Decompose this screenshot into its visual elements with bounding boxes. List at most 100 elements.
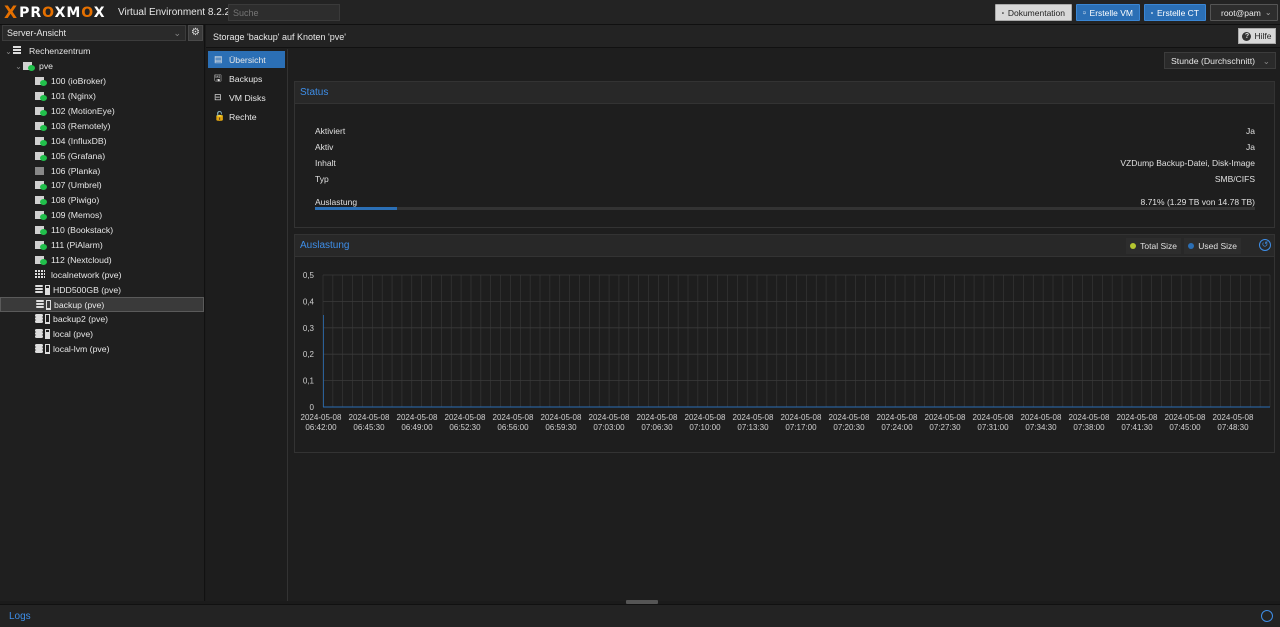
container-running-icon [35,91,47,102]
tree-guest[interactable]: 103 (Remotely) [0,118,204,133]
version-label: Virtual Environment 8.2.2 [118,7,231,18]
tree-guest[interactable]: 104 (InfluxDB) [0,133,204,148]
x-tick-time: 06:42:00 [305,423,337,432]
tree-guest[interactable]: 101 (Nginx) [0,89,204,104]
subnav-item[interactable]: 🔓 Rechte [208,108,285,125]
tree-guest[interactable]: 106 (Planka) [0,163,204,178]
usage-progress-fill [315,207,397,210]
user-menu-button[interactable]: root@pam ⌄ [1210,4,1278,21]
x-tick-date: 2024-05-08 [349,413,390,422]
tree-storage-label: local-lvm (pve) [53,344,110,355]
status-label: Typ [315,174,329,184]
legend-dot [1130,243,1137,249]
subnav-item[interactable]: 🖫 Backups [208,70,285,87]
documentation-button[interactable]: Dokumentation [995,4,1072,21]
tree-storage[interactable]: local-lvm (pve) [0,342,204,357]
sub-navigation: ▤ Übersicht 🖫 Backups ⊟ VM Disks 🔓 Rechte [206,49,288,601]
container-running-icon [35,121,47,131]
x-tick-time: 07:27:30 [929,423,961,432]
view-select[interactable]: Server-Ansicht ⌄ [2,25,186,41]
search-input[interactable] [228,4,340,21]
page-title: Storage 'backup' auf Knoten 'pve' [213,32,346,42]
tree-guest[interactable]: 111 (PiAlarm) [0,238,204,253]
status-panel-header: Status [295,82,1274,104]
x-tick-time: 07:10:00 [689,423,721,432]
y-tick-label: 0,2 [303,350,315,359]
y-tick-label: 0,5 [303,271,315,280]
x-tick-time: 07:24:00 [881,423,913,432]
x-tick-time: 07:20:30 [833,423,865,432]
tree-guest[interactable]: 102 (MotionEye) [0,104,204,119]
tree-node-pve-label: pve [39,61,54,72]
x-tick-date: 2024-05-08 [685,413,726,422]
status-value: Ja [1246,126,1255,136]
create-ct-button[interactable]: Erstelle CT [1144,4,1206,21]
tree-network-label: localnetwork (pve) [51,269,122,280]
tree-storage[interactable]: HDD500GB (pve) [0,282,204,297]
usage-value: 8.71% (1.29 TB von 14.78 TB) [1140,197,1255,207]
container-running-icon [35,225,47,236]
subnav-label: Übersicht [229,54,266,65]
x-tick-time: 07:38:00 [1073,423,1105,432]
undo-zoom-icon[interactable]: ↺ [1259,239,1271,251]
proxmox-logo[interactable]: X PROXMOX [4,3,106,23]
y-tick-label: 0,3 [303,324,315,333]
tree-node-pve[interactable]: ⌄ pve [0,59,204,74]
tree-guest-label: 100 (ioBroker) [51,76,107,87]
x-tick-time: 07:41:30 [1121,423,1153,432]
container-running-icon [35,255,47,265]
container-running-icon [35,136,47,146]
gear-icon[interactable]: ⚙ [188,25,203,41]
status-value: Ja [1246,142,1255,152]
tree-guest[interactable]: 112 (Nextcloud) [0,252,204,267]
x-tick-date: 2024-05-08 [925,413,966,422]
status-label: Aktiv [315,142,334,152]
tree-guest[interactable]: 107 (Umbrel) [0,178,204,193]
x-tick-date: 2024-05-08 [1069,413,1110,422]
logs-panel: Logs [0,604,1280,627]
x-tick-date: 2024-05-08 [397,413,438,422]
chevron-down-icon: ⌄ [1262,56,1270,66]
x-tick-date: 2024-05-08 [445,413,486,422]
cube-icon [1151,11,1153,14]
container-stopped-icon [35,166,47,176]
x-tick-time: 07:34:30 [1025,423,1057,432]
question-icon: ? [1242,31,1252,41]
tree-datacenter[interactable]: ⌄ Rechenzentrum [0,44,204,59]
monitor-icon [1083,11,1086,14]
create-ct-label: Erstelle CT [1156,7,1199,18]
legend-used-size[interactable]: Used Size [1184,238,1241,254]
tree-guest[interactable]: 108 (Piwigo) [0,193,204,208]
tree-storage[interactable]: local (pve) [0,327,204,342]
chevron-down-icon[interactable]: ⌄ [4,47,13,56]
tree-network[interactable]: localnetwork (pve) [0,267,204,282]
tree-guest[interactable]: 109 (Memos) [0,208,204,223]
tree-guest[interactable]: 100 (ioBroker) [0,74,204,89]
hdd-icon: ⊟ [214,92,222,102]
create-vm-button[interactable]: Erstelle VM [1076,4,1140,21]
help-button[interactable]: ? Hilfe [1238,28,1276,44]
tree-storage[interactable]: backup (pve) [0,297,204,313]
tree-guest-label: 111 (PiAlarm) [51,240,103,251]
x-tick-time: 06:45:30 [353,423,385,432]
legend-total-size[interactable]: Total Size [1126,238,1181,254]
tree-guest[interactable]: 110 (Bookstack) [0,223,204,238]
chevron-down-icon[interactable]: ⌄ [14,62,23,71]
tree-guest[interactable]: 105 (Grafana) [0,148,204,163]
usage-chart-title: Auslastung [300,240,350,251]
subnav-item[interactable]: ⊟ VM Disks [208,89,285,106]
main-area: Storage 'backup' auf Knoten 'pve' ? Hilf… [206,25,1280,601]
container-running-icon [35,210,47,221]
chevron-down-icon: ⌄ [173,28,181,38]
expand-icon[interactable] [1261,610,1273,622]
tree-storage[interactable]: backup2 (pve) [0,312,204,327]
subnav-item[interactable]: ▤ Übersicht [208,51,285,68]
usage-progress-bar [315,207,1255,210]
status-label: Aktiviert [315,126,346,136]
container-running-icon [35,76,47,87]
logo-text: PROXMOX [19,4,106,21]
timeframe-select[interactable]: Stunde (Durchschnitt) ⌄ [1164,52,1276,69]
usage-label: Auslastung [315,197,358,207]
usage-row: Auslastung 8.71% (1.29 TB von 14.78 TB) [315,197,1255,207]
tree-guest-label: 101 (Nginx) [51,91,96,102]
